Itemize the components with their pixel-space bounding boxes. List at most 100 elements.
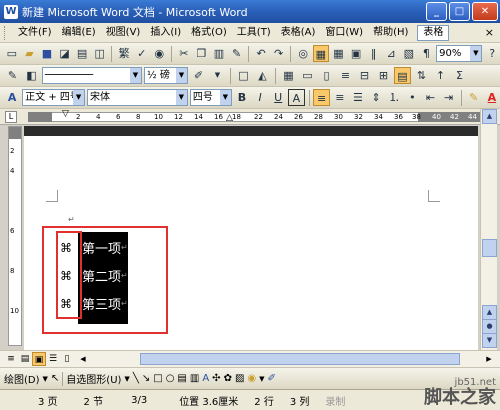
word-app-icon[interactable]: W bbox=[4, 4, 18, 19]
chevron-down-icon[interactable]: ▼ bbox=[73, 90, 85, 105]
insert-excel-icon[interactable]: ▣ bbox=[348, 45, 364, 62]
vertical-scrollbar[interactable]: ▲ ▲ ● ▼ bbox=[480, 109, 497, 350]
horizontal-scroll-thumb[interactable] bbox=[140, 353, 460, 365]
draw-menu-button[interactable]: 绘图(D) bbox=[4, 371, 40, 386]
scroll-right-button[interactable]: ▶ bbox=[482, 352, 496, 366]
new-document-icon[interactable]: ▭ bbox=[4, 45, 20, 62]
line-weight-combo[interactable]: ½ 磅 ▼ bbox=[144, 67, 188, 84]
horizontal-scrollbar[interactable]: ≡ ▤ ▣ ☰ ▯ ◀ ▶ bbox=[0, 350, 500, 367]
open-folder-icon[interactable]: ▰ bbox=[22, 45, 38, 62]
align-justify-icon[interactable]: ≡ bbox=[313, 89, 330, 106]
select-objects-icon[interactable]: ↖ bbox=[51, 373, 59, 384]
columns-icon[interactable]: ‖ bbox=[366, 45, 382, 62]
scroll-left-button[interactable]: ◀ bbox=[76, 352, 90, 366]
right-indent-marker[interactable]: △ bbox=[226, 113, 233, 123]
border-color-icon[interactable]: ✐ bbox=[190, 67, 207, 84]
merge-cells-icon[interactable]: ▭ bbox=[299, 67, 316, 84]
eraser-icon[interactable]: ◧ bbox=[23, 67, 40, 84]
table-autoformat-icon[interactable]: ▤ bbox=[394, 67, 411, 84]
underline-button[interactable]: U bbox=[270, 89, 286, 106]
styles-formatting-icon[interactable]: A bbox=[4, 89, 20, 106]
font-combo[interactable]: 宋体 ▼ bbox=[87, 89, 188, 106]
zoom-combo[interactable]: 90% ▼ bbox=[436, 45, 483, 62]
normal-view-icon[interactable]: ≡ bbox=[4, 352, 18, 366]
chevron-down-icon[interactable]: ▼ bbox=[175, 90, 187, 105]
menu-table[interactable]: 表格(A) bbox=[276, 24, 321, 42]
hyperlink-icon[interactable]: ◎ bbox=[295, 45, 311, 62]
menu-file[interactable]: 文件(F) bbox=[13, 24, 57, 42]
print-preview-icon[interactable]: ◫ bbox=[92, 45, 108, 62]
clip-art-icon[interactable]: ✿ bbox=[224, 373, 232, 384]
menu-help[interactable]: 帮助(H) bbox=[368, 24, 413, 42]
chevron-down-icon[interactable]: ▼ bbox=[124, 375, 129, 383]
insert-table-icon[interactable]: ▦ bbox=[331, 45, 347, 62]
chevron-down-icon[interactable]: ▼ bbox=[259, 375, 264, 383]
menu-tools[interactable]: 工具(T) bbox=[232, 24, 276, 42]
font-size-combo[interactable]: 四号 ▼ bbox=[189, 89, 232, 106]
list-item[interactable]: ⌘ 第一项 ↵ bbox=[60, 238, 128, 258]
character-border-button[interactable]: A bbox=[288, 89, 305, 106]
paste-icon[interactable]: ▥ bbox=[211, 45, 227, 62]
autoshapes-menu-button[interactable]: 自选图形(U) bbox=[66, 371, 121, 386]
line-color-icon[interactable]: ✐ bbox=[268, 373, 276, 384]
maximize-button[interactable]: □ bbox=[449, 2, 470, 21]
previous-page-button[interactable]: ▲ bbox=[482, 305, 497, 320]
wordart-icon[interactable]: A bbox=[202, 373, 209, 384]
chevron-down-icon[interactable]: ▼ bbox=[43, 375, 48, 383]
diagram-icon[interactable]: ✣ bbox=[212, 373, 220, 384]
style-combo[interactable]: 正文 + 四号 ▼ bbox=[22, 89, 86, 106]
align-center-icon[interactable]: ≡ bbox=[332, 89, 348, 106]
close-button[interactable]: ✕ bbox=[472, 2, 498, 21]
scroll-up-button[interactable]: ▲ bbox=[482, 109, 497, 124]
chevron-down-icon[interactable]: ▼ bbox=[470, 46, 482, 61]
toolbar-grip[interactable] bbox=[4, 25, 7, 40]
next-page-button[interactable]: ▼ bbox=[482, 333, 497, 348]
undo-icon[interactable]: ↶ bbox=[253, 45, 269, 62]
drawing-icon[interactable]: ⊿ bbox=[383, 45, 399, 62]
chevron-down-icon[interactable]: ▼ bbox=[130, 68, 141, 83]
redo-icon[interactable]: ↷ bbox=[271, 45, 287, 62]
bold-button[interactable]: B bbox=[234, 89, 250, 106]
decrease-indent-icon[interactable]: ⇤ bbox=[422, 89, 438, 106]
arrow-icon[interactable]: ↘ bbox=[142, 373, 150, 384]
align-distributed-icon[interactable]: ☰ bbox=[350, 89, 366, 106]
web-layout-icon[interactable]: ▤ bbox=[18, 352, 32, 366]
chevron-down-icon[interactable]: ▼ bbox=[219, 90, 231, 105]
chevron-down-icon[interactable]: ▼ bbox=[176, 68, 187, 83]
tables-borders-icon[interactable]: ▦ bbox=[312, 45, 329, 62]
oval-icon[interactable]: ○ bbox=[166, 373, 175, 384]
research-icon[interactable]: ◉ bbox=[152, 45, 168, 62]
help-icon[interactable]: ? bbox=[484, 45, 500, 62]
vertical-text-box-icon[interactable]: ▥ bbox=[190, 373, 199, 384]
close-document-button[interactable]: × bbox=[485, 26, 494, 39]
first-line-indent-marker[interactable]: ▽ bbox=[62, 109, 69, 119]
spelling-icon[interactable]: ✓ bbox=[134, 45, 150, 62]
copy-icon[interactable]: ❐ bbox=[194, 45, 210, 62]
reading-layout-icon[interactable]: ▯ bbox=[60, 352, 74, 366]
menu-window[interactable]: 窗口(W) bbox=[320, 24, 368, 42]
picture-icon[interactable]: ▨ bbox=[235, 373, 244, 384]
increase-indent-icon[interactable]: ⇥ bbox=[441, 89, 457, 106]
numbering-icon[interactable]: ⒈ bbox=[386, 89, 402, 106]
italic-button[interactable]: I bbox=[252, 89, 268, 106]
fill-color-icon[interactable]: ◉ bbox=[247, 373, 256, 384]
distribute-rows-icon[interactable]: ⊟ bbox=[356, 67, 373, 84]
outline-view-icon[interactable]: ☰ bbox=[46, 352, 60, 366]
shading-color-icon[interactable]: ◭ bbox=[254, 67, 271, 84]
highlight-icon[interactable]: ✎ bbox=[466, 89, 482, 106]
border-color-dropdown[interactable]: ▼ bbox=[209, 67, 226, 84]
font-color-button[interactable]: A bbox=[484, 89, 500, 106]
minimize-button[interactable]: _ bbox=[426, 2, 447, 21]
line-icon[interactable]: ╲ bbox=[133, 373, 139, 384]
list-item[interactable]: ⌘ 第二项 ↵ bbox=[60, 266, 128, 286]
scroll-thumb[interactable] bbox=[482, 239, 497, 257]
menu-format[interactable]: 格式(O) bbox=[186, 24, 232, 42]
distribute-columns-icon[interactable]: ⊞ bbox=[375, 67, 392, 84]
save-icon[interactable]: ■ bbox=[39, 45, 55, 62]
bullets-icon[interactable]: • bbox=[404, 89, 420, 106]
insert-table-icon[interactable]: ▦ bbox=[280, 67, 297, 84]
document-canvas[interactable]: ↵ ⌘ 第一项 ↵ ⌘ 第二项 ↵ ⌘ 第三项 ↵ bbox=[24, 126, 478, 350]
help-search-box[interactable]: 表格 bbox=[417, 24, 450, 41]
sum-icon[interactable]: Σ bbox=[451, 67, 468, 84]
print-layout-icon[interactable]: ▣ bbox=[32, 352, 46, 366]
